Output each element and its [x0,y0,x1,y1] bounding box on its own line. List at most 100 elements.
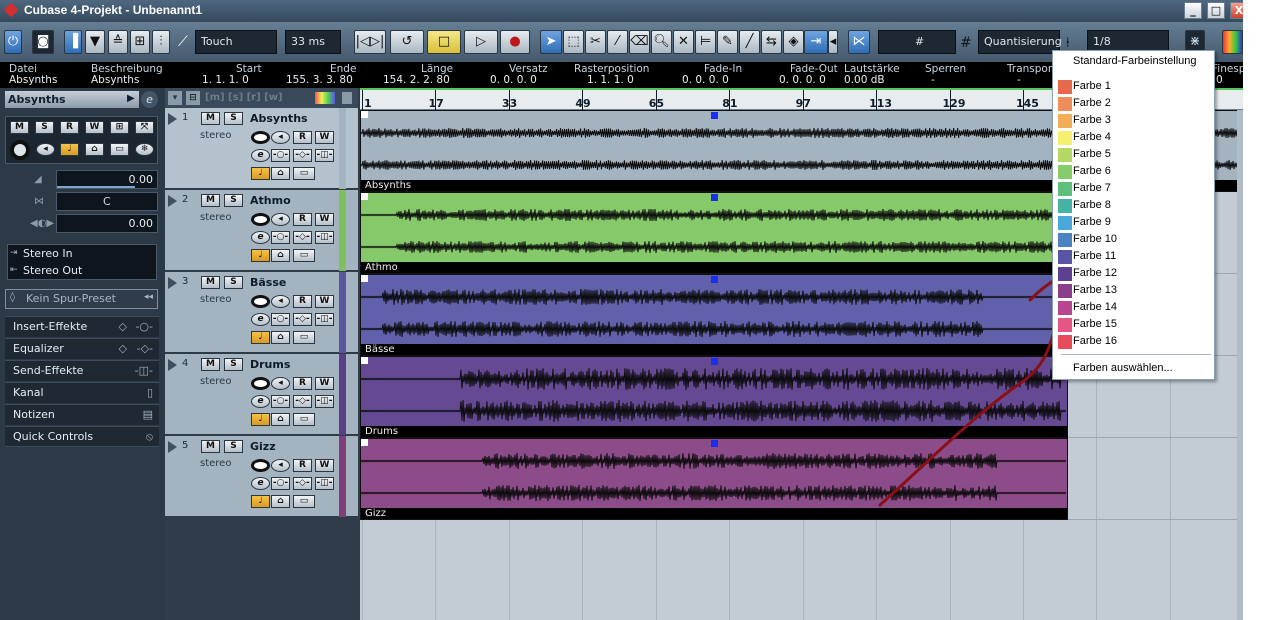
show-infoline-button[interactable]: ▼ [85,30,105,54]
track-expand-icon[interactable] [168,113,177,125]
color-menu-item[interactable]: Farbe 9 [1056,214,1213,231]
erase-tool[interactable]: ⌫ [629,30,650,54]
track-color-strip[interactable] [339,272,346,353]
track-record-enable[interactable] [251,459,270,472]
inspector-write-button[interactable]: W [85,121,104,134]
track-list-scroll-icon[interactable] [342,92,352,104]
track-insert-icon[interactable]: -○- [271,313,290,326]
track-header[interactable]: 1 M S Absynths stereo ◂ R We -○- -◇- -◫- ♩ ⌂ ▭ [165,108,358,189]
track-timebase-button[interactable]: ♩ [251,413,270,426]
track-mute-button[interactable]: M [201,358,220,371]
event-fade-handle[interactable] [361,439,368,446]
section-send-effects[interactable]: Send-Effekte -◫- [5,360,159,381]
color-menu-item[interactable]: Farbe 14 [1056,299,1213,316]
split-tool[interactable]: ✂ [585,30,606,54]
color-menu-default[interactable]: Standard-Farbeinstellung [1073,55,1197,67]
info-value-length[interactable]: 154. 2. 2. 80 [383,74,450,86]
constrain-delay-button[interactable]: ◙ [32,30,54,54]
open-mixer-button[interactable]: ⫶ [152,30,170,54]
track-record-enable[interactable] [251,295,270,308]
color-menu-item[interactable]: Farbe 3 [1056,112,1213,129]
info-value-start[interactable]: 1. 1. 1. 0 [202,74,249,86]
info-value-lock[interactable]: - [931,74,935,86]
track-name[interactable]: Athmo [250,194,291,207]
track-insert-icon[interactable]: -○- [271,231,290,244]
color-tool[interactable]: ◈ [783,30,804,54]
track-insert-icon[interactable]: -○- [271,477,290,490]
track-preset-field[interactable]: ◊ Kein Spur-Preset ◂◂ [5,289,158,309]
track-header[interactable]: 3 M S Bässe stereo ◂ R We -○- -◇- -◫- ♩ ⌂ ▭ [165,272,358,353]
minimize-button[interactable]: _ [1184,2,1202,19]
inspector-tools-button[interactable]: ⤧ [135,121,154,134]
track-edit-button[interactable]: e [251,477,270,490]
track-lanes-button[interactable]: ▭ [293,249,315,262]
color-menu-item[interactable]: Farbe 8 [1056,197,1213,214]
glue-tool[interactable]: ⁄ [607,30,628,54]
delay-field[interactable]: 0.00 [56,214,158,233]
vertical-scrollbar[interactable] [1237,110,1243,620]
color-menu-item[interactable]: Farbe 7 [1056,180,1213,197]
track-read-button[interactable]: R [293,377,312,390]
track-monitor-button[interactable]: ◂ [271,131,290,144]
track-eq-icon[interactable]: -◇- [293,231,312,244]
event-fade-handle[interactable] [361,357,368,364]
play-button[interactable]: ▷ [464,30,498,54]
automation-mode-select[interactable]: Touch [195,30,277,54]
autoscroll-button[interactable]: ⇥ [804,30,828,54]
zoom-tool[interactable]: 🔍︎ [651,30,672,54]
track-lock-button[interactable]: ⌂ [271,495,290,508]
track-lock-button[interactable]: ⌂ [271,249,290,262]
section-equalizer[interactable]: Equalizer ◇ -◇- [5,338,159,359]
track-solo-button[interactable]: S [224,440,243,453]
track-read-button[interactable]: R [293,295,312,308]
insert-bypass-icon[interactable]: ◇ [119,317,127,337]
track-write-button[interactable]: W [315,377,334,390]
track-header[interactable]: 2 M S Athmo stereo ◂ R We -○- -◇- -◫- ♩ ⌂ ▭ [165,190,358,271]
track-color-strip[interactable] [339,190,346,271]
track-header[interactable]: 4 M S Drums stereo ◂ R We -○- -◇- -◫- ♩ ⌂ ▭ [165,354,358,435]
color-menu-choose-colors[interactable]: Farben auswählen... [1073,362,1173,374]
track-solo-button[interactable]: S [224,276,243,289]
inspector-track-name[interactable]: Absynths [5,91,139,108]
event-volume-handle[interactable] [711,194,718,201]
track-edit-button[interactable]: e [251,231,270,244]
track-list-folder-icon[interactable]: ⊟ [186,91,200,105]
cycle-button[interactable]: ↺ [390,30,424,54]
track-list-collapse-icon[interactable]: ▾ [168,91,182,105]
color-menu-item[interactable]: Farbe 2 [1056,95,1213,112]
draw-tool[interactable]: ✎ [717,30,738,54]
track-color-strip[interactable] [339,108,346,189]
inspector-freeze-button[interactable]: ❄ [135,143,154,156]
color-menu-item[interactable]: Farbe 13 [1056,282,1213,299]
info-value-finetune[interactable]: 0 [1216,74,1223,86]
color-menu-item[interactable]: Farbe 12 [1056,265,1213,282]
track-mute-button[interactable]: M [201,440,220,453]
close-button[interactable]: X [1230,2,1243,19]
track-timebase-button[interactable]: ♩ [251,495,270,508]
track-read-button[interactable]: R [293,459,312,472]
track-record-enable[interactable] [251,377,270,390]
snap-button[interactable]: ⋉ [848,30,870,54]
track-lock-button[interactable]: ⌂ [271,413,290,426]
track-name[interactable]: Gizz [250,440,276,453]
inspector-timebase-button[interactable]: ♩ [60,143,79,156]
track-eq-icon[interactable]: -◇- [293,477,312,490]
section-notes[interactable]: Notizen ▤ [5,404,159,425]
event-volume-handle[interactable] [711,440,718,447]
inspector-read-button[interactable]: R [60,121,79,134]
open-pool-button[interactable]: ⊞ [130,30,150,54]
info-value-fadein[interactable]: 0. 0. 0. 0 [682,74,729,86]
output-routing-select[interactable]: Stereo Out [23,264,82,277]
info-value-fadeout[interactable]: 0. 0. 0. 0 [779,74,826,86]
track-lanes-button[interactable]: ▭ [293,167,315,180]
inspector-lanes-button[interactable]: ⊞ [110,121,129,134]
track-colors-icon[interactable] [315,92,335,104]
track-mute-button[interactable]: M [201,112,220,125]
track-name[interactable]: Absynths [250,112,308,125]
info-value-offset[interactable]: 0. 0. 0. 0 [490,74,537,86]
color-menu-item[interactable]: Farbe 6 [1056,163,1213,180]
show-overview-button[interactable]: ≙ [108,30,128,54]
track-monitor-button[interactable]: ◂ [271,377,290,390]
inspector-mute-button[interactable]: M [10,121,29,134]
track-name[interactable]: Bässe [250,276,286,289]
